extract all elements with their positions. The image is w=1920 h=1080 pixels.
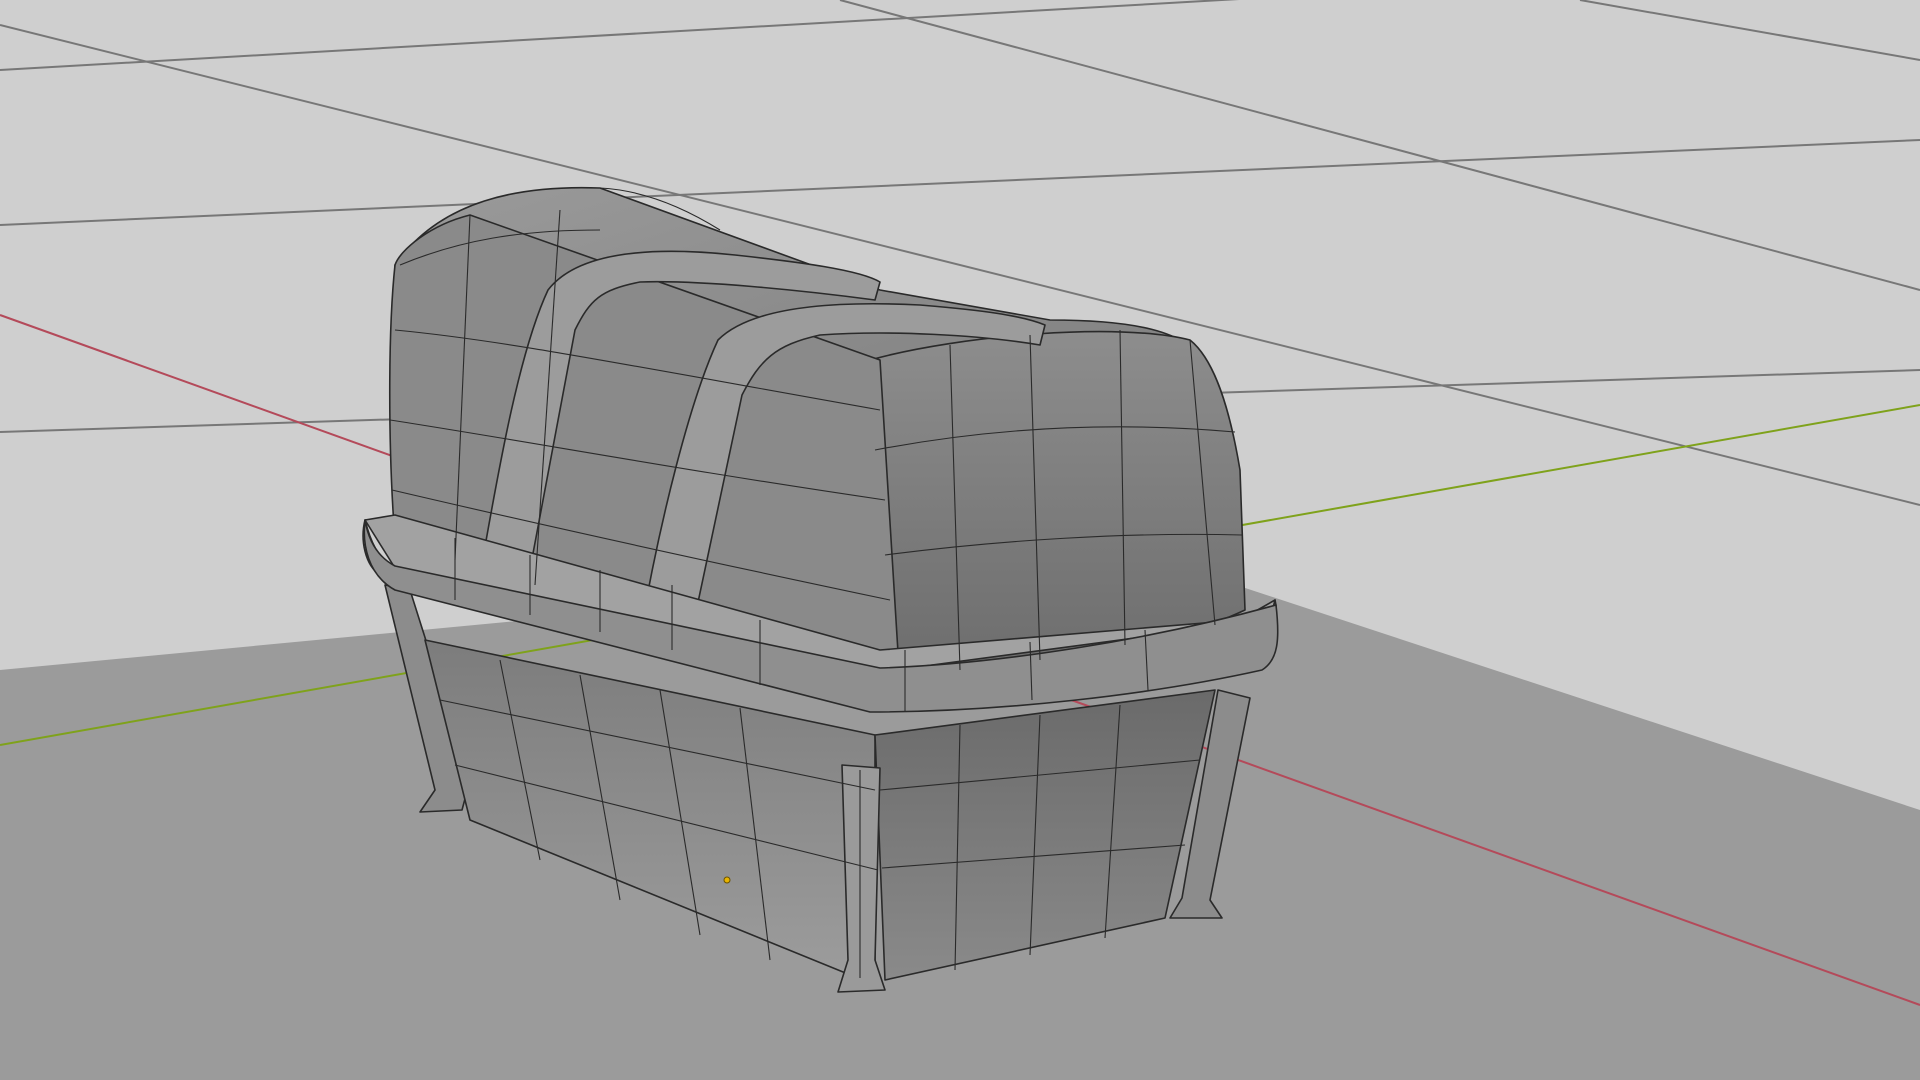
object-origin-point[interactable] — [723, 876, 731, 884]
viewport-canvas[interactable] — [0, 0, 1920, 1080]
3d-viewport[interactable] — [0, 0, 1920, 1080]
